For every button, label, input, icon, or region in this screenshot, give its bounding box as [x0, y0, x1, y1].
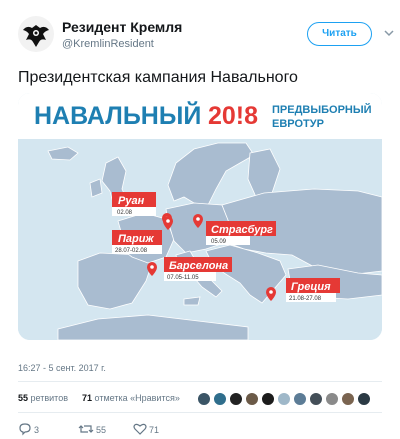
liker-avatar[interactable] [341, 392, 355, 406]
stop-city: Руан [118, 195, 145, 207]
likes-label: отметка «Нравится» [94, 393, 180, 403]
user-handle[interactable]: @KremlinResident [62, 38, 154, 50]
tour-map-image: НАВАЛЬНЫЙ 20!8 ПРЕДВЫБОРНЫЙ ЕВРОТУР Руан… [18, 93, 382, 340]
divider [18, 412, 382, 413]
tweet-timestamp[interactable]: 16:27 - 5 сент. 2017 г. [18, 363, 106, 373]
likes-stat[interactable]: 71 отметка «Нравится» [82, 393, 180, 403]
stop-city: Страсбург [211, 224, 273, 236]
stop-city: Греция [291, 281, 331, 293]
like-count: 71 [149, 425, 160, 435]
liker-avatar[interactable] [325, 392, 339, 406]
divider [18, 381, 382, 382]
liker-avatar[interactable] [213, 392, 227, 406]
like-button[interactable]: 71 [133, 422, 159, 438]
liker-avatar[interactable] [293, 392, 307, 406]
reply-button[interactable]: 3 [18, 422, 39, 438]
liker-avatar[interactable] [245, 392, 259, 406]
stop-date: 21.08-27.08 [289, 296, 322, 302]
liker-avatar[interactable] [197, 392, 211, 406]
avatar[interactable] [18, 16, 54, 52]
tweet-image[interactable]: НАВАЛЬНЫЙ 20!8 ПРЕДВЫБОРНЫЙ ЕВРОТУР Руан… [18, 93, 382, 340]
retweets-stat[interactable]: 55 ретвитов [18, 393, 68, 403]
reply-icon [19, 423, 31, 436]
stop-date: 02.08 [117, 210, 133, 216]
stop-date: 07.05-11.05 [167, 275, 199, 281]
liker-avatar[interactable] [261, 392, 275, 406]
tweet-header: Резидент Кремля @KremlinResident Читать [0, 0, 400, 60]
liker-avatar[interactable] [357, 392, 371, 406]
display-name[interactable]: Резидент Кремля [62, 19, 182, 35]
reply-count: 3 [34, 425, 40, 435]
heart-icon [133, 423, 147, 435]
retweet-button[interactable]: 55 [78, 422, 106, 438]
retweet-count: 55 [96, 425, 107, 435]
retweet-icon [78, 425, 94, 433]
tweet-actions: 3 55 71 [0, 422, 400, 438]
stop-city: Париж [118, 233, 154, 245]
stop-date: 05.09 [211, 239, 227, 245]
eagle-logo-icon [18, 16, 54, 52]
banner-line1: ПРЕДВЫБОРНЫЙ [272, 103, 372, 116]
stop-city: Барселона [169, 260, 228, 272]
stop-date: 28.07-02.08 [115, 248, 148, 254]
liker-avatar[interactable] [277, 392, 291, 406]
retweets-count: 55 [18, 393, 29, 403]
likes-count: 71 [82, 393, 93, 403]
chevron-down-icon[interactable] [384, 29, 394, 37]
liker-avatar[interactable] [229, 392, 243, 406]
retweets-label: ретвитов [30, 393, 68, 403]
banner-year: 20!8 [208, 102, 258, 130]
banner-name: НАВАЛЬНЫЙ [34, 100, 201, 130]
follow-button[interactable]: Читать [307, 22, 372, 46]
tweet-text: Президентская кампания Навального [18, 69, 298, 86]
liker-avatar[interactable] [309, 392, 323, 406]
banner-line2: ЕВРОТУР [272, 118, 324, 130]
